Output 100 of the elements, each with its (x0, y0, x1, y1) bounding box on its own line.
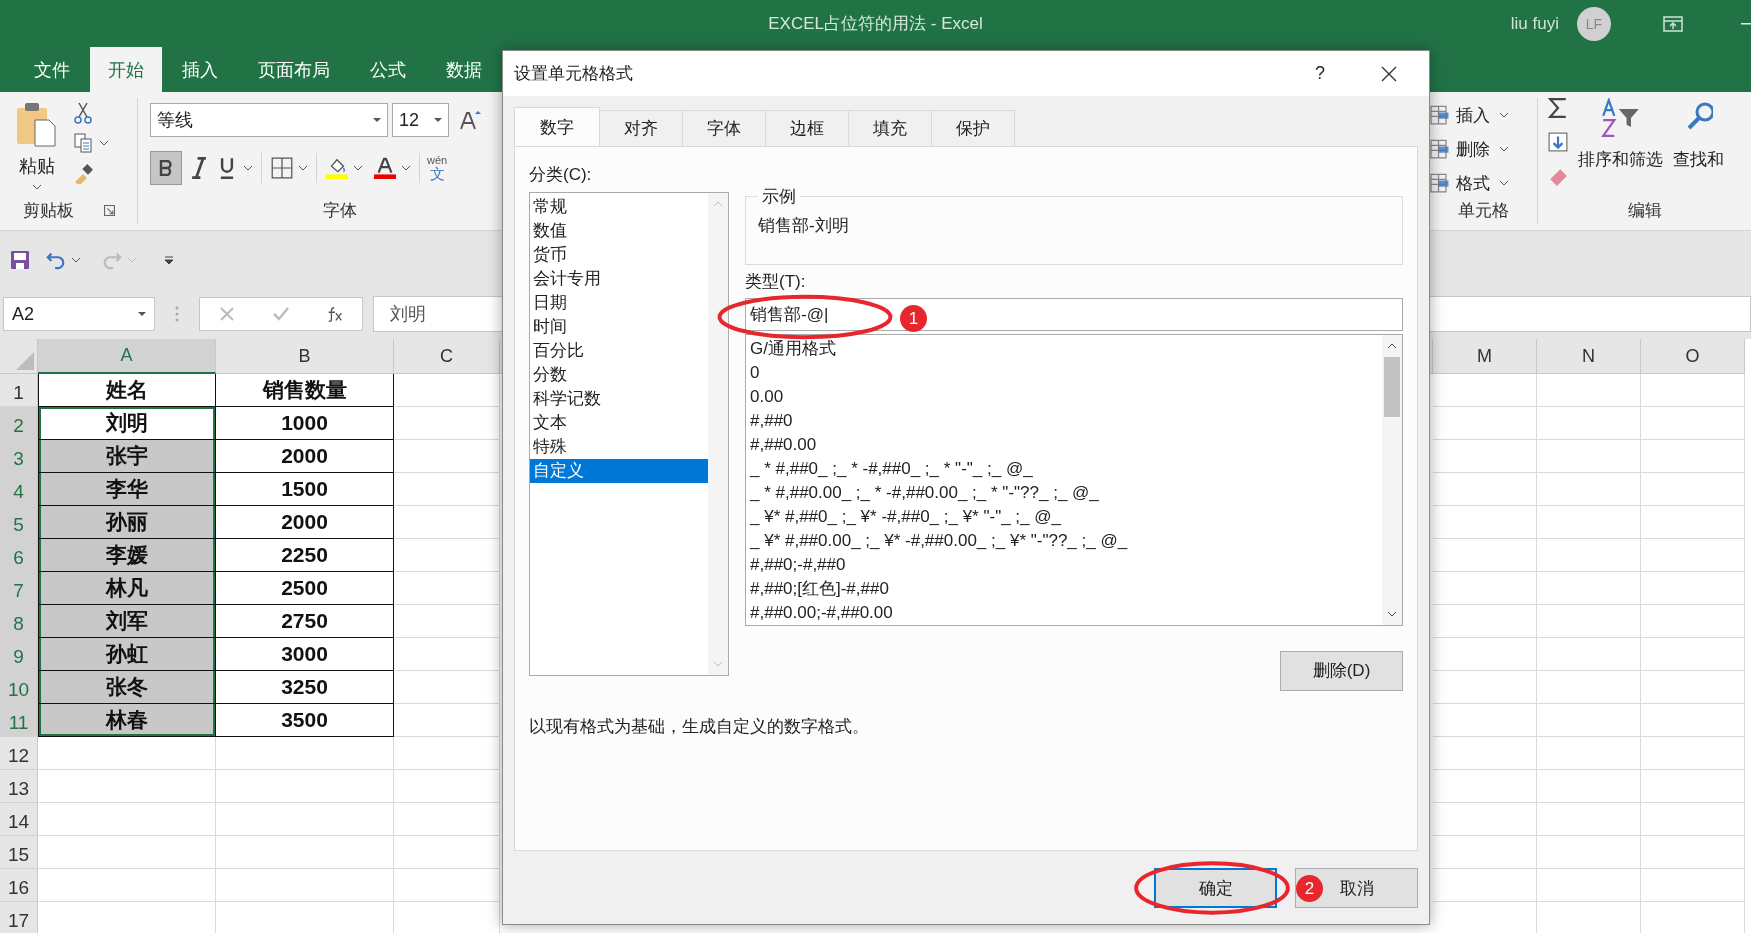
row-header[interactable]: 16 (0, 869, 38, 902)
caret-icon[interactable] (353, 165, 363, 171)
drag-handle-icon[interactable] (175, 306, 179, 322)
cells-menu-button[interactable]: 删除 (1430, 136, 1537, 162)
caret-icon[interactable] (298, 165, 308, 171)
category-item[interactable]: 常规 (530, 195, 708, 219)
category-item[interactable]: 文本 (530, 411, 708, 435)
column-header[interactable]: O (1641, 339, 1745, 374)
caret-icon[interactable] (1499, 146, 1509, 152)
bold-button[interactable] (150, 151, 182, 185)
scrollbar-thumb[interactable] (1384, 356, 1400, 417)
category-item[interactable]: 货币 (530, 243, 708, 267)
cut-icon[interactable] (72, 102, 94, 124)
caret-icon[interactable] (1499, 112, 1509, 118)
undo-icon[interactable] (46, 250, 66, 270)
caret-icon[interactable] (243, 165, 253, 171)
dialog-launcher-icon[interactable] (103, 204, 115, 216)
table-rows-icon[interactable] (1430, 139, 1452, 159)
format-item[interactable]: _ ¥* #,##0_ ;_ ¥* -#,##0_ ;_ ¥* "-"_ ;_ @_ (746, 504, 1382, 529)
caret-icon[interactable] (1499, 180, 1509, 186)
find-select-button[interactable]: 查找和 (1673, 98, 1724, 186)
paste-button[interactable]: 粘贴 (14, 102, 60, 190)
format-item[interactable]: _ ¥* #,##0.00_ ;_ ¥* -#,##0.00_ ;_ ¥* "-"??_ ;_ @_ (746, 528, 1382, 553)
row-header[interactable]: 10 (0, 671, 38, 704)
row-header[interactable]: 6 (0, 539, 38, 572)
table-rows-icon[interactable] (1430, 173, 1452, 193)
row-header[interactable]: 2 (0, 407, 38, 440)
row-header[interactable]: 4 (0, 473, 38, 506)
category-item[interactable]: 百分比 (530, 339, 708, 363)
format-item[interactable]: G/通用格式 (746, 336, 1382, 361)
format-item[interactable]: 0 (746, 360, 1382, 385)
customize-toolbar-icon[interactable] (164, 255, 174, 265)
column-header[interactable]: A (38, 339, 216, 374)
column-header[interactable]: M (1433, 339, 1537, 374)
row-header[interactable]: 3 (0, 440, 38, 473)
dropdown-arrow-icon[interactable] (373, 118, 381, 122)
scroll-up-icon[interactable] (1387, 342, 1397, 349)
category-item[interactable]: 数值 (530, 219, 708, 243)
sort-filter-button[interactable]: 排序和筛选 (1578, 98, 1663, 186)
grow-font-icon[interactable] (459, 110, 481, 130)
bold-icon[interactable] (159, 160, 173, 176)
cells-menu-button[interactable]: 格式 (1430, 170, 1537, 196)
check-icon[interactable] (272, 306, 290, 322)
row-header[interactable]: 9 (0, 638, 38, 671)
fill-down-icon[interactable] (1548, 132, 1568, 152)
ribbon-tab[interactable]: 插入 (162, 47, 238, 92)
category-item[interactable]: 自定义 (530, 459, 708, 483)
format-item[interactable]: _ * #,##0_ ;_ * -#,##0_ ;_ * "-"_ ;_ @_ (746, 456, 1382, 481)
phonetic-guide-button[interactable]: wén 文 (427, 155, 448, 181)
row-header[interactable]: 11 (0, 704, 38, 737)
row-header[interactable]: 17 (0, 902, 38, 933)
copy-icon[interactable] (72, 132, 94, 154)
category-item[interactable]: 特殊 (530, 435, 708, 459)
format-item[interactable]: #,##0 (746, 408, 1382, 433)
category-item[interactable]: 时间 (530, 315, 708, 339)
caret-icon[interactable] (401, 165, 411, 171)
table-rows-icon[interactable] (1430, 105, 1452, 125)
ribbon-tab[interactable]: 文件 (14, 47, 90, 92)
column-header[interactable]: N (1537, 339, 1641, 374)
ribbon-tab[interactable]: 数据 (426, 47, 502, 92)
category-item[interactable]: 日期 (530, 291, 708, 315)
ok-button[interactable]: 确定 (1154, 868, 1277, 908)
column-header[interactable]: B (216, 339, 394, 374)
caret-icon[interactable] (32, 184, 42, 190)
format-item[interactable]: 0.00 (746, 384, 1382, 409)
help-button[interactable]: ? (1315, 63, 1325, 84)
category-item[interactable]: 科学记数 (530, 387, 708, 411)
dialog-tab[interactable]: 保护 (931, 110, 1015, 146)
column-header[interactable]: C (394, 339, 500, 374)
dialog-tab[interactable]: 数字 (514, 107, 600, 146)
close-icon[interactable] (1381, 65, 1397, 82)
dropdown-arrow-icon[interactable] (434, 118, 442, 122)
caret-icon[interactable] (99, 140, 109, 146)
cells-menu-button[interactable]: 插入 (1430, 102, 1537, 128)
clipboard-icon[interactable] (15, 102, 59, 148)
borders-icon[interactable] (271, 157, 293, 179)
autosum-icon[interactable] (1548, 98, 1568, 118)
sort-filter-icon[interactable] (1600, 98, 1641, 138)
format-item[interactable]: #,##0;[红色]-#,##0 (746, 576, 1382, 601)
row-header[interactable]: 8 (0, 605, 38, 638)
format-item[interactable]: #,##0;-#,##0 (746, 552, 1382, 577)
ribbon-tab[interactable]: 开始 (90, 47, 162, 92)
name-box[interactable]: A2 (3, 297, 155, 331)
row-header[interactable]: 1 (0, 374, 38, 407)
font-size-field[interactable]: 12 (392, 103, 449, 137)
format-item[interactable]: #,##0.00 (746, 432, 1382, 457)
row-header[interactable]: 7 (0, 572, 38, 605)
ribbon-tab[interactable]: 页面布局 (238, 47, 350, 92)
delete-button[interactable]: 删除(D) (1280, 650, 1403, 691)
scroll-down-icon[interactable] (1387, 610, 1397, 617)
minimize-icon[interactable] (1741, 22, 1751, 25)
font-color-icon[interactable] (374, 157, 396, 179)
fill-color-icon[interactable] (326, 157, 348, 179)
caret-icon[interactable] (71, 257, 81, 263)
ribbon-display-icon[interactable] (1663, 15, 1683, 32)
format-item[interactable]: #,##0.00;-#,##0.00 (746, 600, 1382, 625)
category-item[interactable]: 会计专用 (530, 267, 708, 291)
font-name-field[interactable]: 等线 (150, 103, 388, 137)
row-header[interactable]: 5 (0, 506, 38, 539)
scrollbar[interactable] (1382, 334, 1402, 625)
